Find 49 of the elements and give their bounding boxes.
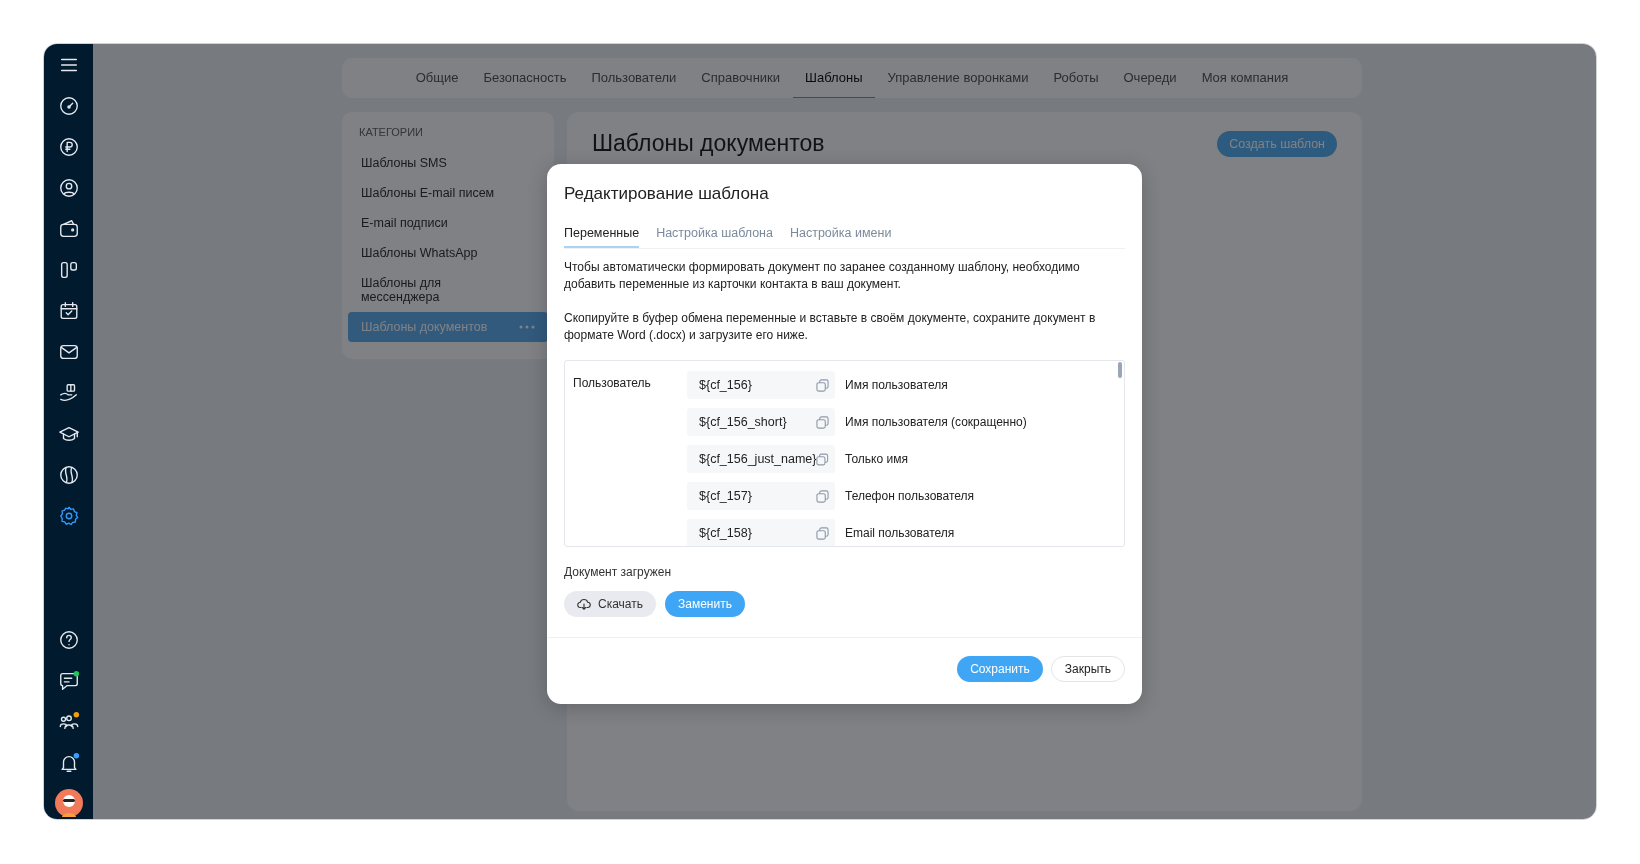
settings-tab[interactable]: Пользователи — [579, 58, 689, 98]
dialog-title: Редактирование шаблона — [564, 184, 770, 204]
variable-name: ${cf_158} — [699, 526, 752, 540]
categories-heading: КАТЕГОРИИ — [358, 126, 424, 140]
group-label: Пользователь — [573, 375, 652, 392]
settings-tab[interactable]: Общие — [403, 58, 471, 98]
category-label: Шаблоны WhatsApp — [361, 246, 478, 260]
instruction-text: Чтобы автоматически формировать документ по заранее созданному шаблону, необходимо добавить переменные из карточки контакта в ваш документ. — [564, 259, 1081, 293]
variable-name: ${cf_156_just_name} — [699, 452, 817, 466]
category-item[interactable]: Шаблоны для мессенджера — [348, 268, 548, 312]
category-item[interactable]: Шаблоны E-mail писем — [348, 178, 548, 208]
settings-tab[interactable]: Управление воронками — [875, 58, 1041, 98]
instruction-text: Скопируйте в буфер обмена переменные и вставьте в своём документе, сохраните документ в формате Word (.docx) и загрузите его ниже. — [564, 310, 1097, 344]
dialog-tab[interactable]: Настройка шаблона — [656, 226, 773, 248]
download-button[interactable]: Скачать — [564, 591, 656, 617]
variable-name: ${cf_157} — [699, 489, 752, 503]
scrollbar-thumb[interactable] — [1118, 362, 1122, 378]
category-label: E-mail подписи — [361, 216, 448, 230]
page-title: Шаблоны документов — [592, 130, 825, 157]
category-item[interactable]: Шаблоны документов — [348, 312, 548, 342]
create-template-button[interactable]: Создать шаблон — [1217, 130, 1337, 157]
category-item[interactable]: Шаблоны WhatsApp — [348, 238, 548, 268]
category-item[interactable]: Шаблоны SMS — [348, 148, 548, 178]
variable-description: Имя пользователя — [845, 378, 948, 392]
variable-name: ${cf_156_short} — [699, 415, 787, 429]
variable-name: ${cf_156} — [699, 378, 752, 392]
variable-description: Только имя — [845, 452, 908, 466]
settings-tab[interactable]: Очереди — [1111, 58, 1189, 98]
dialog-tab[interactable]: Переменные — [564, 226, 640, 248]
cloud-download-icon — [577, 597, 591, 611]
settings-tab[interactable]: Справочники — [689, 58, 793, 98]
category-label: Шаблоны для мессенджера — [361, 276, 443, 304]
category-item[interactable]: E-mail подписи — [348, 208, 548, 238]
close-button[interactable]: Закрыть — [1050, 656, 1125, 682]
variable-description: Email пользователя — [845, 526, 955, 540]
dialog-tab[interactable]: Настройка имени — [789, 226, 892, 248]
category-label: Шаблоны документов — [361, 320, 488, 334]
settings-tab[interactable]: Безопасность — [471, 58, 579, 98]
category-label: Шаблоны SMS — [361, 156, 447, 170]
replace-button[interactable]: Заменить — [665, 591, 745, 617]
variable-description: Телефон пользователя — [845, 489, 975, 503]
category-label: Шаблоны E-mail писем — [361, 186, 495, 200]
upload-status: Документ загружен — [564, 565, 673, 579]
settings-tab[interactable]: Моя компания — [1189, 58, 1301, 98]
save-button[interactable]: Сохранить — [957, 656, 1043, 682]
settings-tab[interactable]: Роботы — [1041, 58, 1111, 98]
settings-tab[interactable]: Шаблоны — [793, 58, 875, 98]
avatar-icon[interactable] — [54, 789, 83, 817]
variable-description: Имя пользователя (сокращенно) — [845, 415, 1027, 429]
